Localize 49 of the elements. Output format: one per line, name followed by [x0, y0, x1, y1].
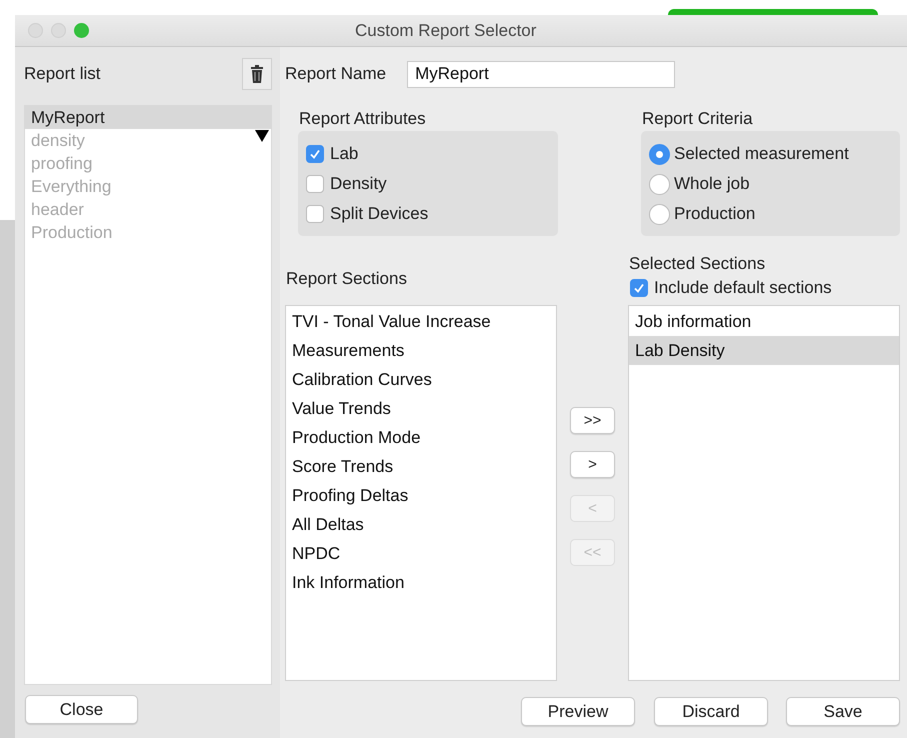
section-list-item[interactable]: Proofing Deltas — [286, 481, 556, 510]
radio-button[interactable] — [649, 204, 670, 224]
checkbox[interactable] — [306, 175, 324, 193]
checkbox-label: Include default sections — [654, 278, 832, 298]
section-list-item[interactable]: Lab Density — [629, 336, 899, 365]
delete-button[interactable] — [242, 58, 272, 90]
section-list-item[interactable]: Ink Information — [286, 568, 556, 597]
section-list-item[interactable]: Calibration Curves — [286, 365, 556, 394]
section-list-item[interactable]: Measurements — [286, 336, 556, 365]
report-criteria-label: Report Criteria — [642, 108, 754, 130]
close-window-button[interactable] — [28, 23, 43, 38]
radio-label: Selected measurement — [674, 144, 849, 164]
radio-label: Production — [674, 204, 756, 224]
minimize-window-button[interactable] — [51, 23, 66, 38]
report-name-label: Report Name — [285, 64, 386, 84]
checkbox-label: Lab — [330, 144, 358, 164]
transfer-button[interactable]: > — [570, 451, 615, 478]
section-list-item[interactable]: All Deltas — [286, 510, 556, 539]
section-list-item[interactable]: NPDC — [286, 539, 556, 568]
section-list-item[interactable]: Job information — [629, 307, 899, 336]
report-sections-label: Report Sections — [286, 269, 407, 289]
report-attributes-label: Report Attributes — [299, 108, 427, 130]
checkbox[interactable] — [306, 205, 324, 223]
section-list-item[interactable]: Production Mode — [286, 423, 556, 452]
zoom-window-button[interactable] — [74, 23, 89, 38]
report-name-field[interactable]: MyReport — [407, 60, 676, 88]
radio-label: Whole job — [674, 174, 750, 194]
radio-button[interactable] — [649, 174, 670, 194]
report-list-label: Report list — [24, 64, 101, 84]
preview-button[interactable]: Preview — [521, 697, 635, 726]
section-list-item[interactable]: Value Trends — [286, 394, 556, 423]
report-list-item[interactable]: MyReport — [25, 106, 271, 129]
checkbox-label: Split Devices — [330, 204, 428, 224]
section-list-item[interactable]: Score Trends — [286, 452, 556, 481]
transfer-button[interactable]: >> — [570, 407, 615, 434]
dropdown-triangle-icon — [255, 130, 269, 142]
checkbox-label: Density — [330, 174, 387, 194]
checkmark-icon — [309, 148, 321, 160]
radio-button[interactable] — [649, 144, 670, 164]
close-button[interactable]: Close — [25, 695, 138, 724]
window-title: Custom Report Selector — [355, 20, 536, 40]
checkbox[interactable] — [630, 279, 648, 297]
trash-icon — [251, 65, 263, 83]
discard-button[interactable]: Discard — [654, 697, 768, 726]
checkmark-icon — [633, 282, 645, 294]
section-list-item[interactable]: TVI - Tonal Value Increase — [286, 307, 556, 336]
selected-sections-label: Selected Sections — [629, 253, 766, 275]
save-button[interactable]: Save — [786, 697, 900, 726]
checkbox[interactable] — [306, 145, 324, 163]
